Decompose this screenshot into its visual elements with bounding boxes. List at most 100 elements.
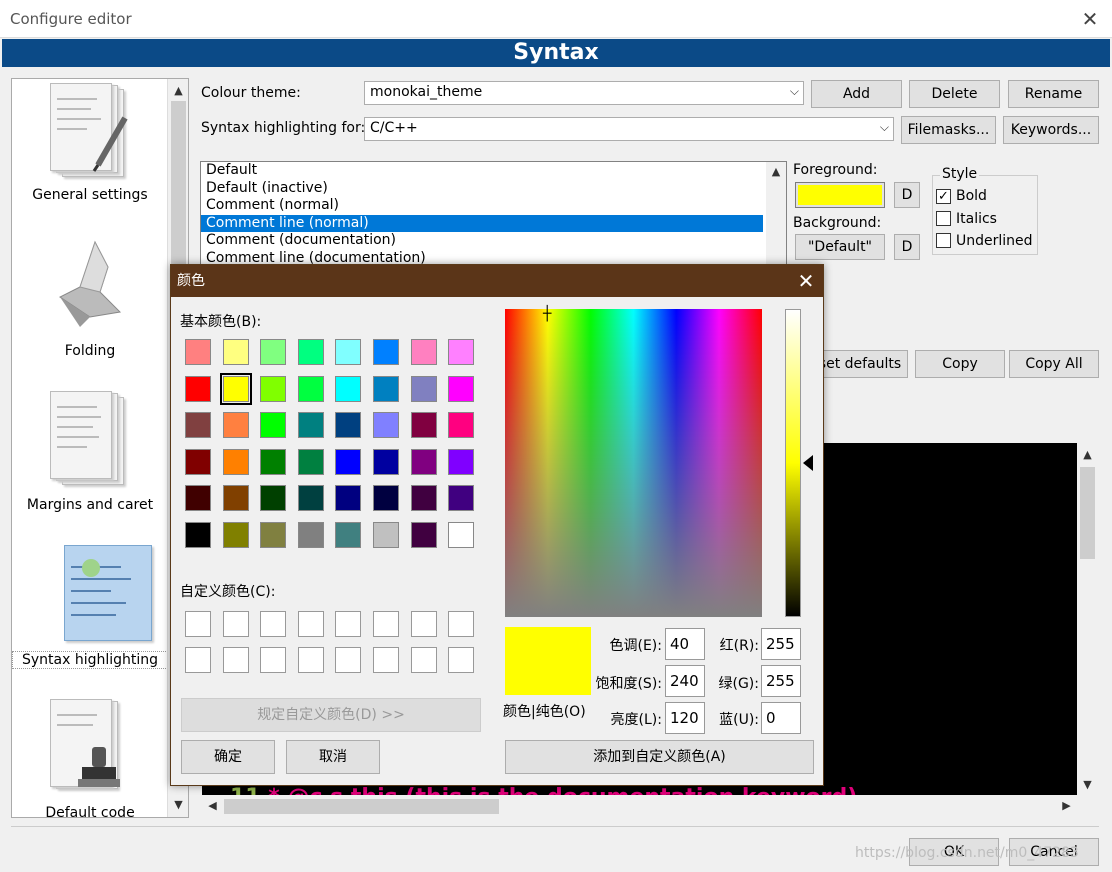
reset-defaults-button[interactable]: set defaults [812,350,908,378]
scroll-left-icon[interactable]: ◀ [202,796,223,816]
luminance-pointer-icon[interactable] [803,455,813,471]
basic-color-swatch[interactable] [448,448,475,475]
saturation-input[interactable]: 240 [665,665,705,697]
custom-color-swatch[interactable] [448,647,475,673]
sidebar-item-margins[interactable]: Margins and caret [12,391,168,513]
basic-color-swatch[interactable] [260,448,287,475]
underlined-checkbox[interactable] [936,233,951,248]
basic-color-swatch[interactable] [260,375,287,402]
add-to-custom-colors-button[interactable]: 添加到自定义颜色(A) [505,740,814,774]
basic-color-swatch[interactable] [410,448,437,475]
basic-color-swatch[interactable] [410,485,437,512]
scroll-thumb[interactable] [171,101,186,291]
scroll-down-icon[interactable]: ▼ [168,795,189,815]
custom-color-swatch[interactable] [260,647,287,673]
basic-color-swatch[interactable] [297,522,324,548]
foreground-default-button[interactable]: D [894,182,920,208]
basic-color-swatch[interactable] [185,448,211,475]
keywords-button[interactable]: Keywords... [1003,116,1099,144]
basic-color-swatch[interactable] [448,485,475,512]
sidebar-item-default-code[interactable]: Default code [12,699,168,817]
scroll-down-icon[interactable]: ▼ [1077,775,1098,795]
syntax-language-select[interactable]: C/C++ ⌵ [364,117,894,141]
basic-color-swatch[interactable] [373,339,399,365]
custom-color-swatch[interactable] [335,611,362,637]
hue-input[interactable]: 40 [665,628,705,660]
style-list-scrollbar[interactable]: ▲ [766,162,786,270]
custom-color-swatch[interactable] [410,647,437,673]
basic-color-swatch[interactable] [297,412,324,439]
custom-color-swatch[interactable] [297,647,324,673]
custom-color-swatch[interactable] [222,647,249,673]
basic-color-swatch[interactable] [373,412,399,439]
bold-checkbox[interactable]: ✓ [936,189,951,204]
custom-color-swatch[interactable] [185,647,211,673]
list-item[interactable]: Comment (documentation) [201,232,786,250]
sidebar-item-syntax-highlighting[interactable]: Syntax highlighting [12,545,168,669]
basic-color-swatch[interactable] [219,372,252,405]
red-input[interactable]: 255 [761,628,801,660]
close-icon[interactable]: ✕ [791,265,821,297]
basic-color-swatch[interactable] [260,412,287,439]
basic-color-swatch[interactable] [410,375,437,402]
basic-color-swatch[interactable] [335,339,362,365]
basic-color-swatch[interactable] [373,448,399,475]
copy-button[interactable]: Copy [915,350,1005,378]
custom-color-swatch[interactable] [373,611,399,637]
scroll-thumb[interactable] [1080,467,1095,559]
delete-theme-button[interactable]: Delete [909,80,1000,108]
sidebar-item-folding[interactable]: Folding [12,237,168,359]
basic-color-swatch[interactable] [297,485,324,512]
style-list[interactable]: Default Default (inactive) Comment (norm… [200,161,787,271]
custom-color-swatch[interactable] [185,611,211,637]
basic-color-swatch[interactable] [448,375,475,402]
editor-vscrollbar[interactable]: ▲ ▼ [1077,443,1098,795]
basic-color-swatch[interactable] [448,339,475,365]
basic-color-swatch[interactable] [185,375,211,402]
luminance-slider[interactable] [785,309,801,617]
basic-color-swatch[interactable] [335,412,362,439]
add-theme-button[interactable]: Add [811,80,902,108]
basic-color-swatch[interactable] [185,339,211,365]
green-input[interactable]: 255 [761,665,801,697]
basic-color-swatch[interactable] [373,375,399,402]
basic-color-swatch[interactable] [185,412,211,439]
basic-color-swatch[interactable] [297,339,324,365]
basic-color-swatch[interactable] [297,375,324,402]
basic-color-swatch[interactable] [185,485,211,512]
custom-color-swatch[interactable] [410,611,437,637]
colour-theme-select[interactable]: monokai_theme ⌵ [364,81,804,105]
background-default-button[interactable]: D [894,234,920,260]
basic-color-swatch[interactable] [410,522,437,548]
basic-color-swatch[interactable] [335,485,362,512]
basic-color-swatch[interactable] [410,412,437,439]
list-item-selected[interactable]: Comment line (normal) [201,214,763,232]
basic-color-swatch[interactable] [335,448,362,475]
scroll-up-icon[interactable]: ▲ [1077,445,1098,465]
filemasks-button[interactable]: Filemasks... [901,116,996,144]
custom-color-swatch[interactable] [260,611,287,637]
custom-color-swatch[interactable] [222,611,249,637]
define-custom-colors-button[interactable]: 规定自定义颜色(D) >> [181,698,481,732]
custom-color-swatch[interactable] [448,611,475,637]
blue-input[interactable]: 0 [761,702,801,734]
basic-color-swatch[interactable] [185,522,211,548]
basic-color-swatch[interactable] [260,485,287,512]
luminance-input[interactable]: 120 [665,702,705,734]
scroll-thumb[interactable] [224,799,499,814]
copy-all-button[interactable]: Copy All [1009,350,1099,378]
custom-color-swatch[interactable] [335,647,362,673]
background-color-button[interactable]: "Default" [795,234,885,260]
basic-color-swatch[interactable] [410,339,437,365]
basic-color-swatch[interactable] [448,522,475,548]
basic-color-swatch[interactable] [373,522,399,548]
basic-color-swatch[interactable] [260,522,287,548]
italics-checkbox[interactable] [936,211,951,226]
basic-color-swatch[interactable] [222,412,249,439]
basic-color-swatch[interactable] [222,339,249,365]
list-item[interactable]: Default [201,162,786,180]
color-spectrum[interactable]: ┼ [505,307,762,617]
scroll-right-icon[interactable]: ▶ [1056,796,1077,816]
basic-color-swatch[interactable] [222,522,249,548]
dialog-ok-button[interactable]: 确定 [181,740,275,774]
